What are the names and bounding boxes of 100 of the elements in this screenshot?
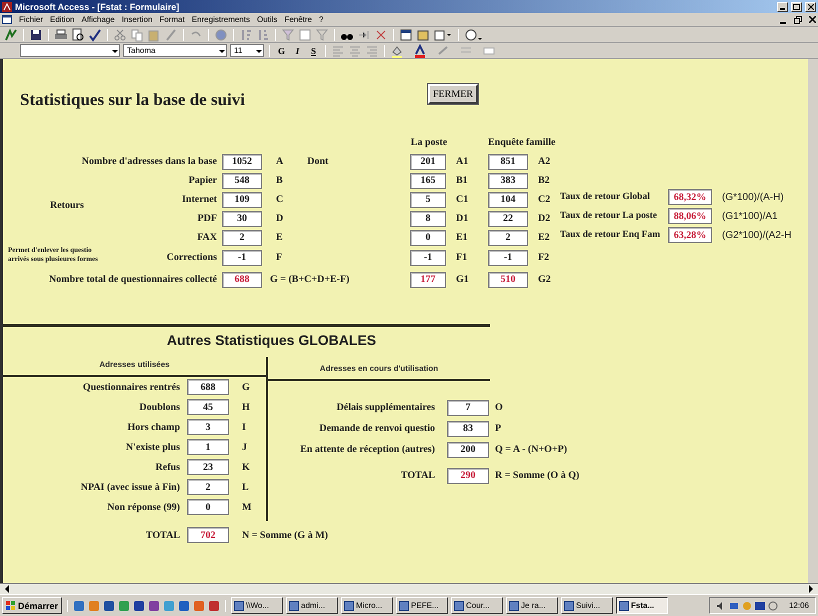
value-field[interactable]: 3: [187, 419, 229, 435]
value-field[interactable]: 45: [187, 399, 229, 415]
value-field[interactable]: 290: [447, 468, 489, 484]
copy-icon[interactable]: [130, 28, 144, 42]
font-size-dropdown[interactable]: 11: [230, 44, 264, 57]
value-field[interactable]: 88,06%: [668, 208, 712, 224]
field-label: Papier: [188, 175, 217, 186]
text-style-button[interactable]: I: [291, 44, 304, 57]
field-label: Hors champ: [128, 422, 180, 432]
menu-item[interactable]: Edition: [50, 15, 74, 24]
value-field[interactable]: 201: [410, 154, 446, 170]
value-field[interactable]: 383: [488, 172, 528, 188]
properties-icon[interactable]: [399, 28, 413, 42]
value-field[interactable]: 7: [447, 400, 489, 416]
taskbar-button[interactable]: Fsta...: [616, 597, 668, 614]
quick-launch-icon[interactable]: [178, 600, 190, 612]
quick-launch-icon[interactable]: [103, 600, 116, 612]
menu-item[interactable]: Enregistrements: [192, 15, 250, 24]
scroll-left-icon[interactable]: [4, 585, 10, 593]
restore-icon[interactable]: [794, 16, 802, 24]
value-field[interactable]: 688: [222, 272, 262, 288]
value-field[interactable]: 510: [488, 272, 528, 288]
value-field[interactable]: 5: [410, 192, 446, 208]
window-icon: [454, 600, 464, 610]
value-field[interactable]: 30: [222, 210, 262, 226]
save-icon[interactable]: [29, 28, 43, 42]
value-field[interactable]: 200: [447, 442, 489, 458]
value-field[interactable]: 177: [410, 272, 446, 288]
value-field[interactable]: 8: [410, 210, 446, 226]
value-field[interactable]: 0: [410, 230, 446, 246]
form-icon: [2, 15, 12, 24]
text-style-button[interactable]: G: [275, 44, 288, 57]
preview-icon[interactable]: [71, 28, 85, 42]
field-label: NPAI (avec issue à Fin): [80, 482, 180, 492]
quick-launch-icon[interactable]: [208, 600, 220, 612]
close-button[interactable]: [805, 2, 816, 12]
menu-item[interactable]: Outils: [256, 15, 278, 24]
value-field[interactable]: 2: [222, 230, 262, 246]
value-field[interactable]: 22: [488, 210, 528, 226]
menu-item[interactable]: ?: [319, 15, 324, 24]
taskbar-button[interactable]: \\Wo...: [231, 597, 284, 614]
value-field[interactable]: 63,28%: [668, 227, 712, 243]
menu-item[interactable]: Format: [159, 15, 185, 24]
spell-check-icon[interactable]: [88, 28, 102, 42]
close-icon[interactable]: [809, 16, 816, 23]
value-field[interactable]: 688: [187, 379, 229, 395]
value-field[interactable]: -1: [410, 250, 446, 266]
value-field[interactable]: 83: [447, 420, 489, 436]
window-icon: [564, 600, 574, 610]
value-field[interactable]: 23: [187, 459, 229, 475]
taskbar-button[interactable]: Micro...: [341, 597, 394, 614]
value-field[interactable]: -1: [222, 250, 262, 266]
quick-launch-icon[interactable]: [73, 600, 86, 612]
scissors-icon[interactable]: [113, 28, 127, 42]
menu-item[interactable]: Fichier: [19, 15, 44, 24]
field-label: Taux de retour Global: [560, 192, 650, 202]
print-icon[interactable]: [54, 28, 68, 42]
value-field[interactable]: 104: [488, 192, 528, 208]
minimize-button[interactable]: [777, 2, 788, 12]
code-label: B1: [455, 175, 468, 186]
value-field[interactable]: 68,32%: [668, 189, 712, 205]
value-field[interactable]: -1: [488, 250, 528, 266]
formula-text: N = Somme (G à M): [241, 530, 329, 540]
code-label: G2: [537, 274, 551, 285]
font-dropdown[interactable]: Tahoma: [123, 44, 227, 57]
text-style-button[interactable]: S: [307, 44, 320, 57]
value-field[interactable]: 1: [187, 439, 229, 455]
value-field[interactable]: 0: [187, 499, 229, 515]
value-field[interactable]: 2: [187, 479, 229, 495]
close-form-button[interactable]: FERMER: [428, 84, 478, 104]
help-icon[interactable]: [464, 28, 484, 42]
windows-logo-icon: [6, 600, 16, 610]
code-label: P: [494, 423, 502, 434]
quick-launch-icon[interactable]: [148, 600, 160, 612]
object-dropdown[interactable]: [20, 44, 120, 57]
taskbar-button[interactable]: admi...: [286, 597, 338, 614]
taskbar-button[interactable]: Suivi...: [561, 597, 614, 614]
taskbar-button[interactable]: Cour...: [451, 597, 504, 614]
value-field[interactable]: 702: [187, 527, 229, 543]
menu-item[interactable]: Fenêtre: [284, 15, 312, 24]
value-field[interactable]: 548: [222, 172, 262, 188]
taskbar-button[interactable]: PEFE...: [396, 597, 448, 614]
start-button[interactable]: Démarrer: [2, 597, 62, 614]
value-field[interactable]: 1052: [222, 154, 262, 170]
delete-record-icon[interactable]: [374, 28, 388, 42]
code-label: G1: [455, 274, 469, 285]
value-field[interactable]: 165: [410, 172, 446, 188]
value-field[interactable]: 2: [488, 230, 528, 246]
taskbar-button[interactable]: Je ra...: [506, 597, 558, 614]
quick-launch-icon[interactable]: [133, 600, 146, 612]
value-field[interactable]: 109: [222, 192, 262, 208]
menu-item[interactable]: Affichage: [81, 15, 115, 24]
globe-icon[interactable]: [214, 28, 228, 42]
menu-item[interactable]: Insertion: [122, 15, 152, 24]
field-label: TOTAL: [400, 470, 435, 481]
maximize-button[interactable]: [791, 2, 802, 12]
code-label: A1: [455, 156, 468, 167]
clock-icon[interactable]: [768, 600, 778, 610]
value-field[interactable]: 851: [488, 154, 528, 170]
scroll-right-icon[interactable]: [808, 585, 814, 593]
